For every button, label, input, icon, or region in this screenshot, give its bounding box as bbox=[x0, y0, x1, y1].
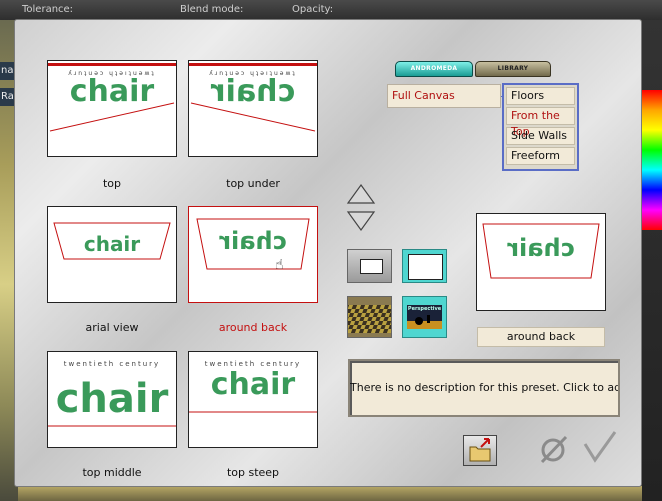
preset-thumb-top[interactable]: ʎɹnʇuǝɔ ɥʇǝıʇuǝʍʇ chair bbox=[47, 60, 177, 157]
preset-thumb-top-middle[interactable]: twentieth century chair bbox=[47, 351, 177, 448]
preset-caption-arial-view: arial view bbox=[85, 321, 139, 334]
blend-mode-label: Blend mode: bbox=[180, 4, 244, 15]
folder-icon bbox=[469, 438, 491, 462]
preview-image: chair bbox=[482, 223, 600, 279]
thumb-word: chair bbox=[84, 232, 140, 256]
preset-caption-top-middle: top middle bbox=[82, 466, 142, 479]
preset-thumb-around-back[interactable]: chair ☝ bbox=[188, 206, 318, 303]
perspective-preset-dialog: ʎɹnʇuǝɔ ɥʇǝıʇuǝʍʇ chair top ʎɹnʇuǝɔ ɥʇǝı… bbox=[14, 19, 642, 487]
ok-checkmark-icon[interactable] bbox=[581, 430, 617, 466]
subcategory-item-from-the-top[interactable]: From the Top bbox=[506, 107, 575, 138]
thumb-edge-line bbox=[48, 63, 176, 66]
thumb-edge-line bbox=[189, 63, 317, 66]
preset-preview: chair bbox=[476, 213, 606, 311]
preset-thumb-top-steep-image: twentieth century chair bbox=[189, 360, 317, 413]
preview-name: around back bbox=[477, 327, 605, 347]
cancel-icon[interactable] bbox=[537, 432, 571, 466]
preset-description[interactable]: There is no description for this preset.… bbox=[348, 359, 620, 417]
large-canvas-button[interactable] bbox=[402, 249, 447, 283]
thumb-banner: twentieth century bbox=[64, 360, 160, 368]
preset-thumb-arial-view[interactable]: chair bbox=[47, 206, 177, 303]
host-toolbar: Tolerance: Blend mode: Opacity: bbox=[0, 0, 662, 20]
tab-andromeda[interactable]: ANDROMEDA bbox=[395, 61, 473, 77]
preset-thumb-around-back-image: chair ☝ bbox=[196, 218, 310, 273]
subcategory-item-side-walls[interactable]: Side Walls bbox=[506, 127, 575, 145]
preview-word: chair bbox=[507, 234, 575, 262]
checker-pattern-icon bbox=[348, 305, 391, 333]
small-canvas-button[interactable] bbox=[347, 249, 392, 283]
thumb-mirror-group: chair bbox=[219, 227, 287, 255]
thumb-word: chair bbox=[56, 376, 169, 422]
preset-thumb-arial-view-image: chair bbox=[53, 222, 171, 260]
preset-caption-top-steep: top steep bbox=[226, 466, 280, 479]
host-canvas-strip bbox=[18, 486, 642, 501]
preset-caption-around-back: around back bbox=[218, 321, 288, 334]
tile-pattern-button[interactable] bbox=[347, 296, 392, 338]
perspective-thumb: Perspective bbox=[407, 305, 442, 329]
scroll-down-arrow-icon[interactable] bbox=[346, 210, 376, 232]
perspective-button-label: Perspective bbox=[407, 306, 442, 312]
subcategory-list: Floors From the Top Side Walls Freeform bbox=[502, 83, 579, 171]
large-rect-icon bbox=[408, 254, 443, 280]
tolerance-label: Tolerance: bbox=[22, 4, 74, 15]
preset-thumb-top-under-image: ʎɹnʇuǝɔ ɥʇǝıʇuǝʍʇ chair bbox=[189, 63, 317, 132]
thumb-word: chair bbox=[219, 227, 287, 255]
preset-thumb-top-steep[interactable]: twentieth century chair bbox=[188, 351, 318, 448]
color-palette[interactable] bbox=[642, 90, 662, 230]
host-right-panel bbox=[642, 20, 662, 501]
thumb-word: chair bbox=[70, 74, 155, 109]
category-selector[interactable]: Full Canvas bbox=[387, 84, 501, 108]
subcategory-item-freeform[interactable]: Freeform bbox=[506, 147, 575, 165]
thumb-word: chair bbox=[211, 367, 296, 402]
open-folder-button[interactable] bbox=[463, 435, 497, 466]
preset-thumb-top-image: ʎɹnʇuǝɔ ɥʇǝıʇuǝʍʇ chair bbox=[48, 63, 176, 132]
preset-thumb-top-under[interactable]: ʎɹnʇuǝɔ ɥʇǝıʇuǝʍʇ chair bbox=[188, 60, 318, 157]
hand-cursor-icon: ☝ bbox=[275, 257, 284, 273]
preview-mirror-group: chair bbox=[507, 234, 575, 262]
small-rect-icon bbox=[360, 259, 383, 274]
thumb-word: chair bbox=[211, 74, 296, 109]
thumb-mirror-group: chair bbox=[211, 74, 296, 109]
opacity-label: Opacity: bbox=[292, 4, 334, 15]
preset-thumb-top-middle-image: twentieth century chair bbox=[48, 360, 176, 427]
perspective-button[interactable]: Perspective bbox=[402, 296, 447, 338]
preset-caption-top: top bbox=[102, 177, 122, 190]
subcategory-item-floors[interactable]: Floors bbox=[506, 87, 575, 105]
tab-library[interactable]: LIBRARY bbox=[475, 61, 551, 77]
scroll-up-arrow-icon[interactable] bbox=[346, 183, 376, 205]
preset-caption-top-under: top under bbox=[226, 177, 280, 190]
